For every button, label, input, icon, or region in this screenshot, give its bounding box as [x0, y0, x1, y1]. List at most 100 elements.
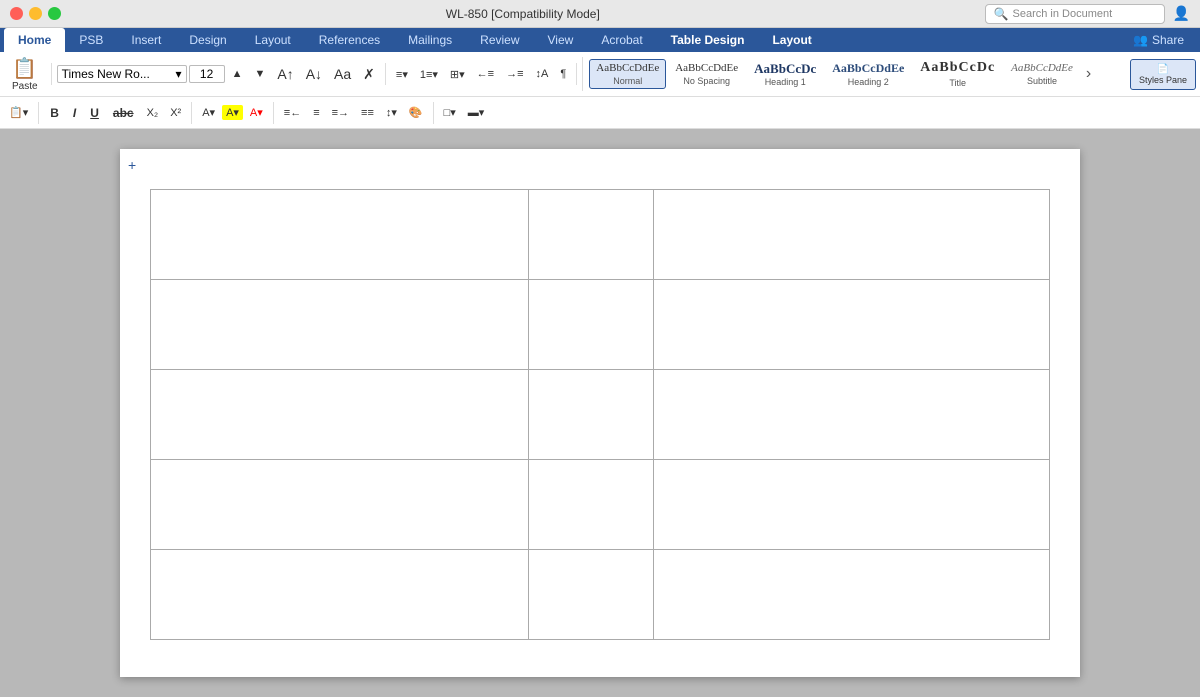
separator3	[576, 63, 577, 85]
share-button[interactable]: 👥 Share	[1121, 28, 1196, 52]
table-cell[interactable]	[151, 280, 529, 370]
document-title: WL-850 [Compatibility Mode]	[446, 7, 600, 21]
paste-icon: 📋	[12, 56, 37, 81]
table-cell[interactable]	[151, 370, 529, 460]
table-row	[151, 370, 1050, 460]
tab-view[interactable]: View	[534, 28, 588, 52]
clear-format-button[interactable]: ✗	[358, 64, 380, 85]
styles-gallery: AaBbCcDdEe Normal AaBbCcDdEe No Spacing …	[582, 57, 1128, 91]
indent-increase-button[interactable]: →≡	[501, 66, 528, 82]
style-heading2[interactable]: AaBbCcDdEe Heading 2	[825, 58, 911, 89]
table-cell[interactable]	[654, 460, 1050, 550]
maximize-button[interactable]	[48, 7, 61, 20]
add-table-icon[interactable]: +	[128, 157, 136, 173]
table-cell[interactable]	[151, 460, 529, 550]
tab-insert[interactable]: Insert	[117, 28, 175, 52]
share-icon: 👥	[1133, 33, 1148, 47]
tab-layout2[interactable]: Layout	[758, 28, 825, 52]
subscript-button[interactable]: X₂	[142, 105, 164, 121]
tab-design[interactable]: Design	[175, 28, 240, 52]
search-icon: 🔍	[994, 7, 1009, 21]
search-placeholder: Search in Document	[1013, 8, 1113, 20]
tab-mailings[interactable]: Mailings	[394, 28, 466, 52]
font-color-button[interactable]: A▾	[197, 104, 220, 121]
style-title[interactable]: AaBbCcDc Title	[913, 57, 1002, 91]
strikethrough-button[interactable]: abc	[107, 104, 140, 122]
style-subtitle[interactable]: AaBbCcDdEe Subtitle	[1004, 59, 1080, 89]
document-area: +	[0, 129, 1200, 697]
tab-review[interactable]: Review	[466, 28, 533, 52]
user-icon[interactable]: 👤	[1173, 5, 1190, 22]
table-cell[interactable]	[528, 280, 654, 370]
bullet-list-button[interactable]: ≡▾	[391, 66, 413, 83]
font-case-button[interactable]: Aa	[329, 64, 356, 84]
table-row	[151, 550, 1050, 640]
table-cell[interactable]	[528, 550, 654, 640]
style-heading1[interactable]: AaBbCcDc Heading 1	[747, 58, 823, 91]
borders-button[interactable]: □▾	[439, 104, 461, 121]
title-bar: WL-850 [Compatibility Mode] 🔍 Search in …	[0, 0, 1200, 28]
tab-home[interactable]: Home	[4, 28, 65, 52]
line-spacing-button[interactable]: ↕▾	[381, 104, 402, 121]
paste-sub-button[interactable]: 📋▾	[4, 104, 33, 121]
table-cell[interactable]	[654, 190, 1050, 280]
separator1	[51, 63, 52, 85]
numbered-list-button[interactable]: 1≡▾	[415, 66, 443, 83]
paste-label: Paste	[12, 81, 38, 92]
font-size-input[interactable]: 12	[189, 65, 225, 83]
font-size-up-icon[interactable]: ▲	[227, 66, 248, 82]
table-cell[interactable]	[528, 370, 654, 460]
table-cell[interactable]	[654, 370, 1050, 460]
shading-button[interactable]: 🎨	[404, 104, 428, 121]
align-center-button[interactable]: ≡	[308, 105, 324, 121]
style-no-spacing[interactable]: AaBbCcDdEe No Spacing	[668, 59, 745, 89]
table-cell[interactable]	[528, 190, 654, 280]
tab-references[interactable]: References	[305, 28, 394, 52]
font-name-text: Times New Ro...	[62, 67, 150, 81]
window-controls[interactable]	[10, 7, 61, 20]
bold-button[interactable]: B	[44, 104, 65, 122]
style-h1-label: Heading 1	[765, 77, 806, 87]
tab-psb[interactable]: PSB	[65, 28, 117, 52]
tab-layout[interactable]: Layout	[241, 28, 305, 52]
table-cell[interactable]	[151, 190, 529, 280]
table-cell[interactable]	[654, 280, 1050, 370]
style-h1-preview: AaBbCcDc	[754, 61, 816, 77]
sort-button[interactable]: ↕A	[531, 66, 554, 82]
styles-pane-label: Styles Pane	[1139, 75, 1187, 85]
show-formatting-button[interactable]: ¶	[555, 66, 571, 82]
style-title-preview: AaBbCcDc	[920, 60, 995, 77]
gallery-scroll-button[interactable]: ›	[1082, 63, 1095, 85]
style-normal[interactable]: AaBbCcDdEe Normal	[589, 59, 666, 89]
toolbar-row1: 📋 Paste Times New Ro... ▾ 12 ▲ ▼ A↑ A↓ A…	[0, 52, 1200, 97]
paste-button[interactable]: 📋 Paste	[4, 54, 46, 94]
align-left-button[interactable]: ≡←	[279, 105, 306, 121]
font-shrink-button[interactable]: A↓	[301, 64, 327, 84]
highlight-button[interactable]: A▾	[222, 105, 243, 120]
italic-button[interactable]: I	[67, 104, 82, 122]
close-button[interactable]	[10, 7, 23, 20]
tab-acrobat[interactable]: Acrobat	[587, 28, 656, 52]
font-name-selector[interactable]: Times New Ro... ▾	[57, 65, 187, 83]
table-cell[interactable]	[528, 460, 654, 550]
align-right-button[interactable]: ≡→	[327, 105, 354, 121]
style-title-label: Title	[949, 78, 966, 88]
table-cell[interactable]	[151, 550, 529, 640]
style-subtitle-label: Subtitle	[1027, 76, 1057, 86]
table-cell[interactable]	[654, 550, 1050, 640]
tab-table-design[interactable]: Table Design	[657, 28, 759, 52]
styles-pane-icon: 📄	[1157, 64, 1169, 75]
underline-button[interactable]: U	[84, 104, 105, 122]
styles-pane-button[interactable]: 📄 Styles Pane	[1130, 59, 1196, 90]
indent-decrease-button[interactable]: ←≡	[472, 66, 499, 82]
search-box[interactable]: 🔍 Search in Document	[985, 4, 1165, 24]
superscript-button[interactable]: X²	[165, 105, 186, 121]
font-grow-button[interactable]: A↑	[272, 64, 298, 84]
font-size-down-icon[interactable]: ▼	[249, 66, 270, 82]
extra-button[interactable]: ▬▾	[463, 104, 490, 121]
table-row	[151, 460, 1050, 550]
text-color-button[interactable]: A▾	[245, 104, 268, 121]
minimize-button[interactable]	[29, 7, 42, 20]
align-justify-button[interactable]: ≡≡	[356, 105, 379, 121]
outline-list-button[interactable]: ⊞▾	[445, 66, 470, 83]
